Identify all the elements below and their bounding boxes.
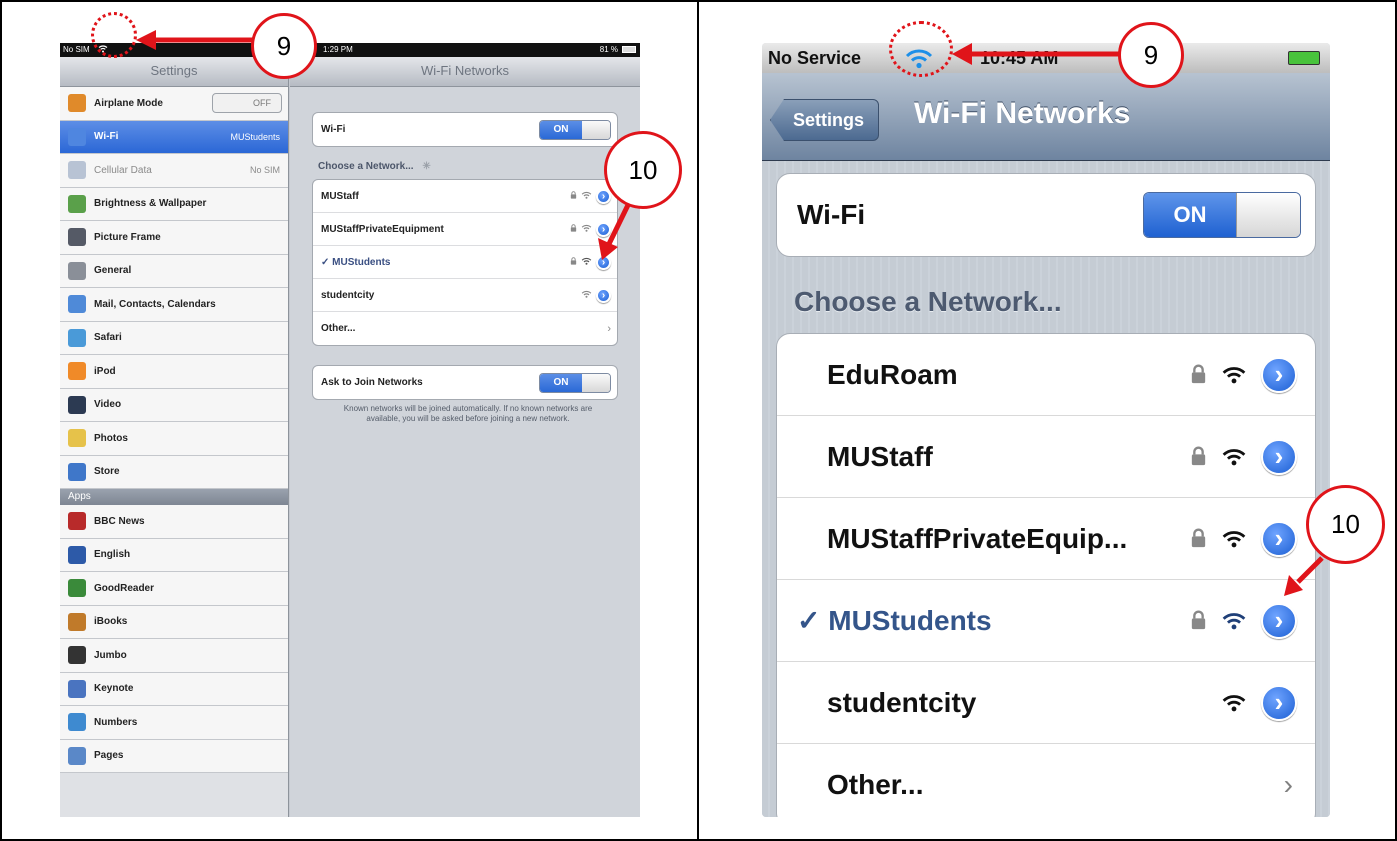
callout-9: 9: [251, 13, 317, 79]
annotation-arrows: [136, 30, 1324, 596]
callout-10: 10: [1306, 485, 1385, 564]
callout-9: 9: [1118, 22, 1184, 88]
callout-10: 10: [604, 131, 682, 209]
